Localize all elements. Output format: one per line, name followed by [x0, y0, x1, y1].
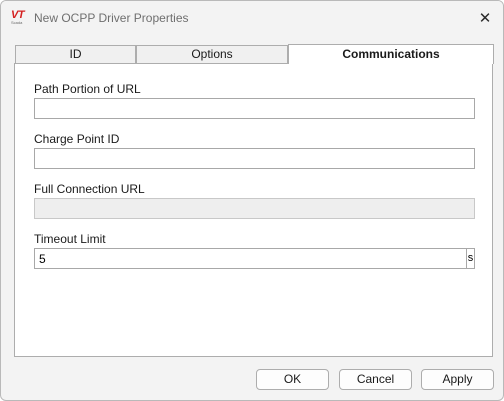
- full-connection-url-input: [34, 198, 475, 219]
- charge-point-id-input[interactable]: [34, 148, 475, 169]
- close-icon: ✕: [478, 10, 492, 27]
- dialog-window: VT Scada New OCPP Driver Properties ✕ ID…: [0, 0, 504, 401]
- full-connection-url-label: Full Connection URL: [34, 182, 145, 196]
- tab-options[interactable]: Options: [136, 45, 288, 63]
- title-bar[interactable]: VT Scada New OCPP Driver Properties ✕: [1, 1, 503, 35]
- vt-scada-logo-icon: VT Scada: [11, 9, 29, 26]
- cancel-button[interactable]: Cancel: [339, 369, 412, 390]
- path-portion-input[interactable]: [34, 98, 475, 119]
- timeout-unit-label: s: [466, 248, 475, 269]
- communications-panel: Path Portion of URL Charge Point ID Full…: [14, 63, 493, 357]
- logo-sub: Scada: [11, 20, 23, 25]
- window-title: New OCPP Driver Properties: [34, 11, 189, 25]
- tab-id[interactable]: ID: [15, 45, 136, 63]
- close-button[interactable]: ✕: [473, 7, 497, 29]
- timeout-limit-input[interactable]: [34, 248, 467, 269]
- charge-point-id-label: Charge Point ID: [34, 132, 120, 146]
- tab-bar: ID Options Communications: [15, 44, 494, 64]
- path-portion-label: Path Portion of URL: [34, 82, 141, 96]
- ok-button[interactable]: OK: [256, 369, 329, 390]
- apply-button[interactable]: Apply: [421, 369, 494, 390]
- timeout-limit-label: Timeout Limit: [34, 232, 106, 246]
- tab-communications[interactable]: Communications: [288, 44, 494, 64]
